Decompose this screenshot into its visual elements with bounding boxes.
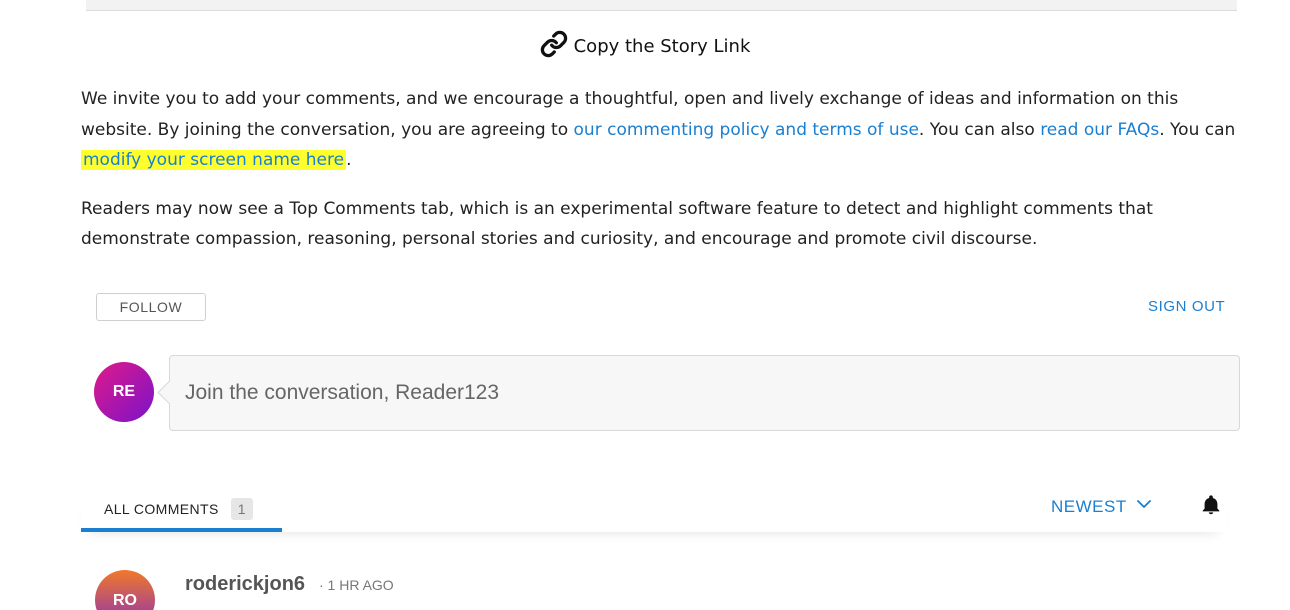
comment-input[interactable]: Join the conversation, Reader123 (169, 355, 1240, 431)
copy-story-link-label: Copy the Story Link (573, 36, 751, 57)
comment-author-name[interactable]: roderickjon6 (185, 573, 305, 596)
comment-author-avatar: RO (95, 570, 155, 610)
comment-count-badge: 1 (230, 498, 253, 520)
copy-story-link-button[interactable]: Copy the Story Link (0, 30, 1290, 63)
user-avatar: RE (94, 362, 154, 422)
comment-timestamp: · 1 HR AGO (319, 577, 394, 593)
intro-text: . (346, 150, 352, 170)
intro-text: . You can also (918, 119, 1041, 140)
sort-dropdown[interactable]: NEWEST (1051, 495, 1153, 518)
modify-screen-name-link[interactable]: modify your screen name here (81, 150, 347, 170)
top-divider-bar (86, 0, 1237, 11)
tab-all-comments-label: ALL COMMENTS (104, 501, 219, 517)
comments-tab-bar: ALL COMMENTS 1 NEWEST (81, 490, 1226, 532)
sort-label: NEWEST (1051, 496, 1127, 516)
follow-button[interactable]: FOLLOW (96, 293, 206, 321)
notification-bell-icon[interactable] (1200, 494, 1222, 516)
intro-paragraph-top-comments: Readers may now see a Top Comments tab, … (81, 198, 1153, 250)
tab-all-comments[interactable]: ALL COMMENTS 1 (81, 490, 282, 532)
intro-paragraph-policy: We invite you to add your comments, and … (81, 84, 1251, 176)
sign-out-link[interactable]: SIGN OUT (1148, 298, 1225, 315)
comment-intro-text: We invite you to add your comments, and … (81, 84, 1251, 255)
intro-text: . You can (1159, 119, 1236, 140)
commenting-policy-link[interactable]: our commenting policy and terms of use (574, 120, 919, 140)
link-icon (540, 30, 568, 63)
chevron-down-icon (1135, 495, 1153, 518)
comments-section: Copy the Story Link We invite you to add… (0, 0, 1290, 610)
faqs-link[interactable]: read our FAQs (1040, 120, 1159, 140)
